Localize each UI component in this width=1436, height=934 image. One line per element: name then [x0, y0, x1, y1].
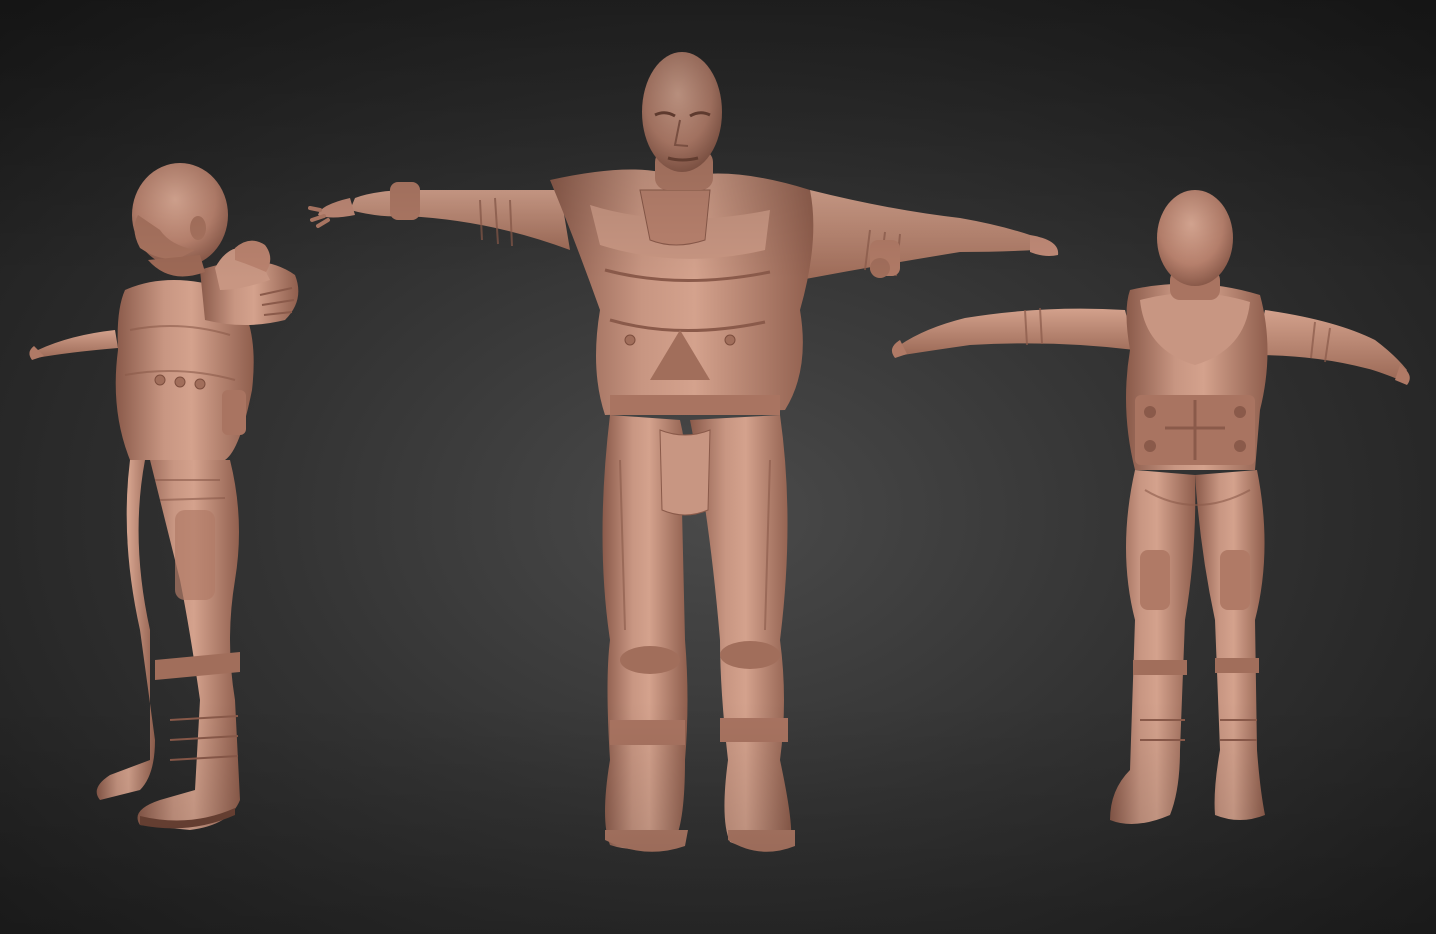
- sculpt-viewport: [0, 0, 1436, 934]
- front-head: [642, 52, 722, 190]
- back-legs: [1110, 470, 1265, 824]
- side-head: [132, 163, 228, 277]
- back-view-figure: [891, 190, 1410, 824]
- side-legs: [96, 460, 240, 830]
- side-view-figure: [29, 163, 299, 830]
- front-legs: [602, 415, 795, 852]
- side-front-arm: [200, 240, 299, 325]
- back-torso: [1126, 283, 1268, 470]
- front-torso: [550, 169, 814, 415]
- back-head: [1157, 190, 1233, 300]
- side-back-arm: [29, 330, 118, 360]
- front-left-arm: [308, 182, 570, 250]
